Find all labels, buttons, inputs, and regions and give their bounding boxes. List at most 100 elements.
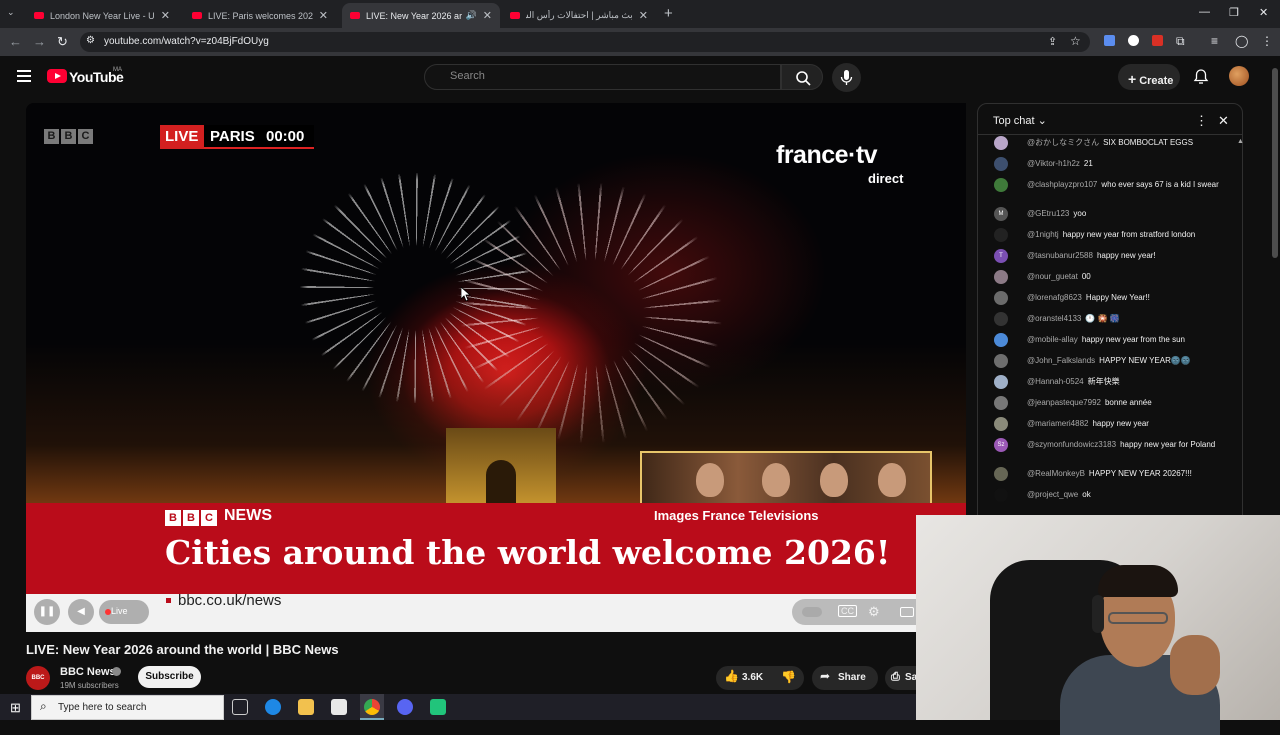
chat-avatar[interactable] (994, 228, 1008, 242)
chat-author[interactable]: @oranstel4133 (1027, 314, 1081, 323)
captions-icon[interactable]: CC (838, 605, 857, 617)
forward-icon[interactable]: → (33, 34, 46, 49)
video-player[interactable]: BBC LIVE PARIS 00:00 france·tv direct BB… (26, 103, 966, 632)
close-tab-icon[interactable]: ✕ (319, 9, 328, 22)
live-indicator[interactable]: Live (99, 600, 149, 624)
speaker-icon[interactable]: 🔊 (466, 10, 477, 21)
install-app-icon[interactable]: ⇪ (1048, 35, 1057, 48)
chat-author[interactable]: @jeanpasteque7992 (1027, 398, 1101, 407)
site-info-icon[interactable]: ⚙ (86, 35, 95, 46)
page-scrollbar-thumb[interactable] (1272, 68, 1278, 258)
edge-icon[interactable] (265, 699, 281, 715)
chat-message[interactable]: @Viktor-h1h2z 21 (986, 157, 1236, 178)
chat-author[interactable]: @おかしなミクさん (1027, 138, 1099, 147)
chat-author[interactable]: @Viktor-h1h2z (1027, 159, 1080, 168)
voice-search-button[interactable] (832, 63, 861, 92)
chat-avatar[interactable] (994, 375, 1008, 389)
close-tab-icon[interactable]: ✕ (483, 9, 492, 22)
miniplayer-icon[interactable] (900, 607, 914, 617)
search-button[interactable] (781, 64, 823, 90)
app-icon[interactable] (430, 699, 446, 715)
tab-arabic-live[interactable]: بث مباشر | احتفالات رأس السنة 8 ✕ (502, 3, 656, 28)
chat-author[interactable]: @mobile-allay (1027, 335, 1078, 344)
notifications-bell-icon[interactable] (1193, 68, 1209, 90)
chat-avatar[interactable]: T (994, 249, 1008, 263)
chat-avatar[interactable] (994, 270, 1008, 284)
like-count[interactable]: 3.6K (742, 672, 763, 683)
account-avatar[interactable] (1229, 66, 1249, 86)
chat-author[interactable]: @project_qwe (1027, 490, 1078, 499)
chat-author[interactable]: @nour_guetat (1027, 272, 1078, 281)
chat-avatar[interactable] (994, 312, 1008, 326)
dislike-thumb-icon[interactable]: 👎 (781, 670, 796, 684)
taskbar-search-placeholder[interactable]: Type here to search (58, 702, 146, 713)
chat-message[interactable]: @mariameri4882 happy new year (986, 417, 1236, 438)
chat-message[interactable]: @lorenafg8623 Happy New Year!! (986, 291, 1236, 312)
tab-new-year-world[interactable]: LIVE: New Year 2026 around 🔊 ✕ (342, 3, 500, 28)
tab-list-button[interactable]: ⌄ (7, 7, 15, 18)
chat-message[interactable]: @1nightj happy new year from stratford lo… (986, 228, 1236, 249)
chat-avatar[interactable] (994, 157, 1008, 171)
reload-icon[interactable]: ↻ (57, 34, 68, 50)
chat-avatar[interactable]: M (994, 207, 1008, 221)
restore-icon[interactable]: ❐ (1229, 6, 1239, 19)
chat-message[interactable]: Sz @szymonfundowicz3183 happy new year for… (986, 438, 1236, 467)
chat-mode-dropdown[interactable]: Top chat ⌄ (993, 114, 1047, 127)
chat-message[interactable]: M @GEtru123 yoo (986, 207, 1236, 228)
chat-avatar[interactable] (994, 291, 1008, 305)
chat-avatar[interactable] (994, 333, 1008, 347)
autoplay-toggle[interactable] (802, 607, 822, 617)
chat-message[interactable]: @Hannah-0524 新年快樂 (986, 375, 1236, 396)
chat-avatar[interactable] (994, 396, 1008, 410)
settings-gear-icon[interactable]: ⚙ (868, 604, 880, 620)
chat-author[interactable]: @mariameri4882 (1027, 419, 1088, 428)
chat-message[interactable]: @oranstel4133 🕛 🎇 🎆 (986, 312, 1236, 333)
volume-button[interactable]: ◀ (68, 599, 94, 625)
chat-avatar[interactable] (994, 354, 1008, 368)
chat-more-icon[interactable]: ⋮ (1195, 113, 1208, 129)
url-text[interactable]: youtube.com/watch?v=z04BjFdOUyg (104, 36, 269, 47)
translate-extension-icon[interactable] (1104, 35, 1115, 46)
chat-message[interactable]: @project_qwe ok (986, 488, 1236, 509)
chat-message[interactable]: @clashplayzpro107 who ever says 67 is a k… (986, 178, 1236, 207)
chat-author[interactable]: @szymonfundowicz3183 (1027, 440, 1116, 449)
store-icon[interactable] (331, 699, 347, 715)
chat-avatar[interactable] (994, 136, 1008, 150)
create-button[interactable]: + Create (1118, 64, 1180, 90)
chat-author[interactable]: @RealMonkeyB (1027, 469, 1085, 478)
channel-name[interactable]: BBC News (60, 666, 116, 678)
chat-message[interactable]: @おかしなミクさん SIX BOMBOCLAT EGGS (986, 136, 1236, 157)
chat-author[interactable]: @tasnubanur2588 (1027, 251, 1093, 260)
media-control-icon[interactable]: ≡ (1211, 34, 1218, 48)
browser-menu-icon[interactable]: ⋮ (1261, 34, 1273, 48)
chat-message[interactable]: @RealMonkeyB HAPPY NEW YEAR 20267!!! (986, 467, 1236, 488)
chat-message[interactable]: @nour_guetat 00 (986, 270, 1236, 291)
discord-icon[interactable] (397, 699, 413, 715)
chat-message[interactable]: @John_Falkslands HAPPY NEW YEAR🌚🌚 (986, 354, 1236, 375)
extension-icon[interactable] (1128, 35, 1139, 46)
minimize-icon[interactable]: — (1199, 6, 1210, 18)
file-explorer-icon[interactable] (298, 699, 314, 715)
chat-message[interactable]: T @tasnubanur2588 happy new year! (986, 249, 1236, 270)
chat-author[interactable]: @John_Falkslands (1027, 356, 1095, 365)
chat-scroll-up-icon[interactable]: ▲ (1237, 138, 1244, 145)
chat-avatar[interactable] (994, 417, 1008, 431)
chrome-icon[interactable] (364, 699, 380, 715)
like-thumb-icon[interactable]: 👍 (724, 669, 739, 683)
extensions-puzzle-icon[interactable]: ⧉ (1176, 34, 1185, 49)
chat-avatar[interactable] (994, 488, 1008, 502)
chat-avatar[interactable] (994, 178, 1008, 192)
back-icon[interactable]: ← (9, 34, 22, 49)
tab-paris[interactable]: LIVE: Paris welcomes 2026 with ✕ (184, 3, 336, 28)
search-input[interactable]: Search (424, 64, 781, 90)
windows-start-icon[interactable]: ⊞ (10, 700, 21, 716)
chat-avatar[interactable]: Sz (994, 438, 1008, 452)
youtube-logo-icon[interactable] (47, 69, 67, 83)
chat-avatar[interactable] (994, 467, 1008, 481)
subscribe-button[interactable]: Subscribe (138, 666, 201, 688)
chat-author[interactable]: @Hannah-0524 (1027, 377, 1084, 386)
tab-london[interactable]: London New Year Live - United ✕ (26, 3, 178, 28)
bookmark-star-icon[interactable]: ☆ (1070, 34, 1081, 48)
adblock-extension-icon[interactable] (1152, 35, 1163, 46)
pause-button[interactable]: ❚❚ (34, 599, 60, 625)
